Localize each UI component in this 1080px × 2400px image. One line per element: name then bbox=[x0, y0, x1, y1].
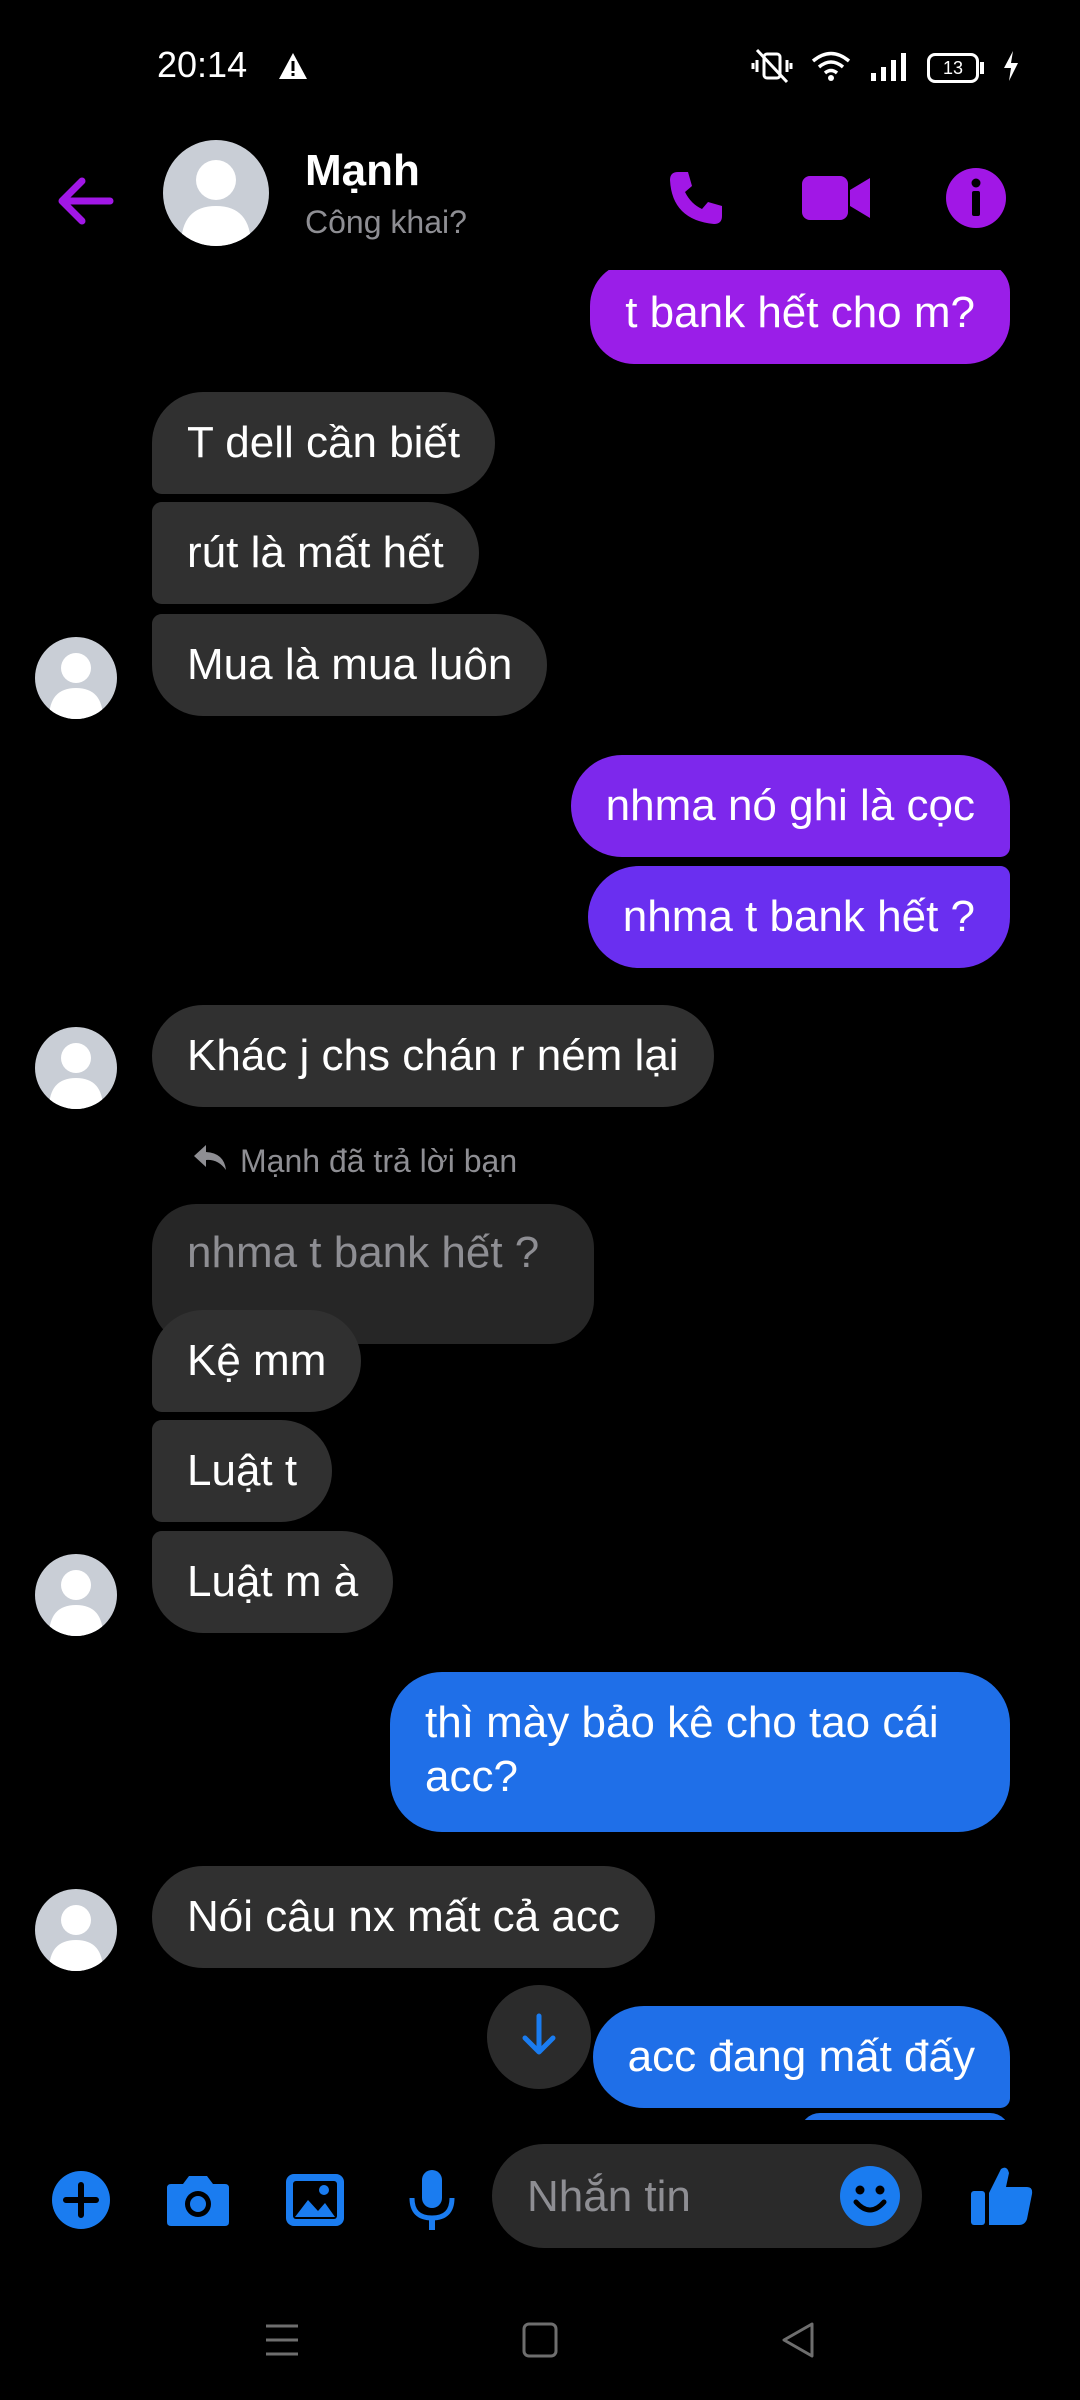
reply-indicator: Mạnh đã trả lời bạn bbox=[192, 1142, 517, 1180]
info-icon[interactable] bbox=[936, 158, 1016, 238]
system-navigation-bar bbox=[0, 2280, 1080, 2400]
reply-note-text: Mạnh đã trả lời bạn bbox=[240, 1142, 518, 1179]
sender-avatar[interactable] bbox=[35, 1027, 117, 1109]
arrow-down-icon bbox=[519, 2012, 559, 2063]
message-bubble-incoming[interactable]: rút là mất hết bbox=[152, 502, 479, 604]
message-input[interactable]: Nhắn tin bbox=[492, 2144, 922, 2248]
contact-name[interactable]: Mạnh bbox=[305, 146, 420, 196]
home-icon[interactable] bbox=[510, 2310, 570, 2370]
contact-subtitle: Công khai? bbox=[305, 204, 467, 240]
quoted-message-text: nhma t bank hết ? bbox=[187, 1228, 540, 1277]
warning-icon bbox=[278, 52, 308, 85]
message-bubble-outgoing[interactable]: nhma nó ghi là cọc bbox=[570, 755, 1010, 857]
video-call-icon[interactable] bbox=[796, 158, 876, 238]
emoji-icon[interactable] bbox=[838, 2164, 902, 2228]
sender-avatar[interactable] bbox=[35, 1554, 117, 1636]
charging-icon bbox=[1002, 50, 1020, 87]
scroll-to-bottom-button[interactable] bbox=[487, 1985, 591, 2089]
reply-arrow-icon bbox=[192, 1142, 228, 1180]
battery-level: 13 bbox=[927, 53, 979, 83]
mute-vibrate-icon bbox=[751, 48, 793, 89]
message-composer: Nhắn tin bbox=[0, 2120, 1080, 2280]
thumbs-up-icon[interactable] bbox=[966, 2160, 1038, 2232]
sender-avatar[interactable] bbox=[35, 1889, 117, 1971]
camera-icon[interactable] bbox=[162, 2164, 234, 2236]
message-bubble-outgoing[interactable]: nhma t bank hết ? bbox=[587, 866, 1010, 968]
plus-icon[interactable] bbox=[45, 2164, 117, 2236]
gallery-icon[interactable] bbox=[279, 2164, 351, 2236]
message-bubble-outgoing[interactable]: acc đang mất đấy bbox=[592, 2006, 1010, 2108]
message-bubble-incoming[interactable]: Luật t bbox=[152, 1420, 333, 1522]
menu-icon[interactable] bbox=[252, 2310, 312, 2370]
message-bubble-incoming[interactable]: T dell cần biết bbox=[152, 392, 496, 494]
signal-icon bbox=[869, 51, 909, 86]
back-nav-icon[interactable] bbox=[768, 2310, 828, 2370]
contact-avatar[interactable] bbox=[163, 140, 269, 246]
status-bar: 20:14 13 bbox=[0, 0, 1080, 130]
phone-call-icon[interactable] bbox=[656, 158, 736, 238]
message-bubble-outgoing[interactable]: t bank hết cho m? bbox=[590, 270, 1010, 364]
sender-avatar[interactable] bbox=[35, 637, 117, 719]
message-bubble-incoming[interactable]: Kệ mm bbox=[152, 1310, 362, 1412]
message-input-placeholder: Nhắn tin bbox=[527, 2172, 691, 2221]
microphone-icon[interactable] bbox=[396, 2164, 468, 2236]
conversation-header: Mạnh Công khai? bbox=[0, 130, 1080, 270]
battery-icon: 13 bbox=[927, 53, 984, 83]
message-bubble-incoming[interactable]: Mua là mua luôn bbox=[152, 614, 548, 716]
message-bubble-incoming[interactable]: Nói câu nx mất cả acc bbox=[152, 1866, 655, 1968]
back-arrow-icon[interactable] bbox=[50, 166, 120, 236]
message-thread[interactable]: t bank hết cho m? T dell cần biết rút là… bbox=[0, 270, 1080, 2120]
status-time: 20:14 bbox=[157, 44, 248, 85]
message-bubble-outgoing[interactable]: thì mày bảo kê cho tao cái acc? bbox=[390, 1672, 1010, 1832]
message-bubble-incoming[interactable]: Khác j chs chán r ném lại bbox=[152, 1005, 714, 1107]
message-bubble-incoming[interactable]: Luật m à bbox=[152, 1531, 394, 1633]
message-bubble-partial bbox=[800, 2113, 1010, 2120]
wifi-icon bbox=[811, 50, 851, 87]
